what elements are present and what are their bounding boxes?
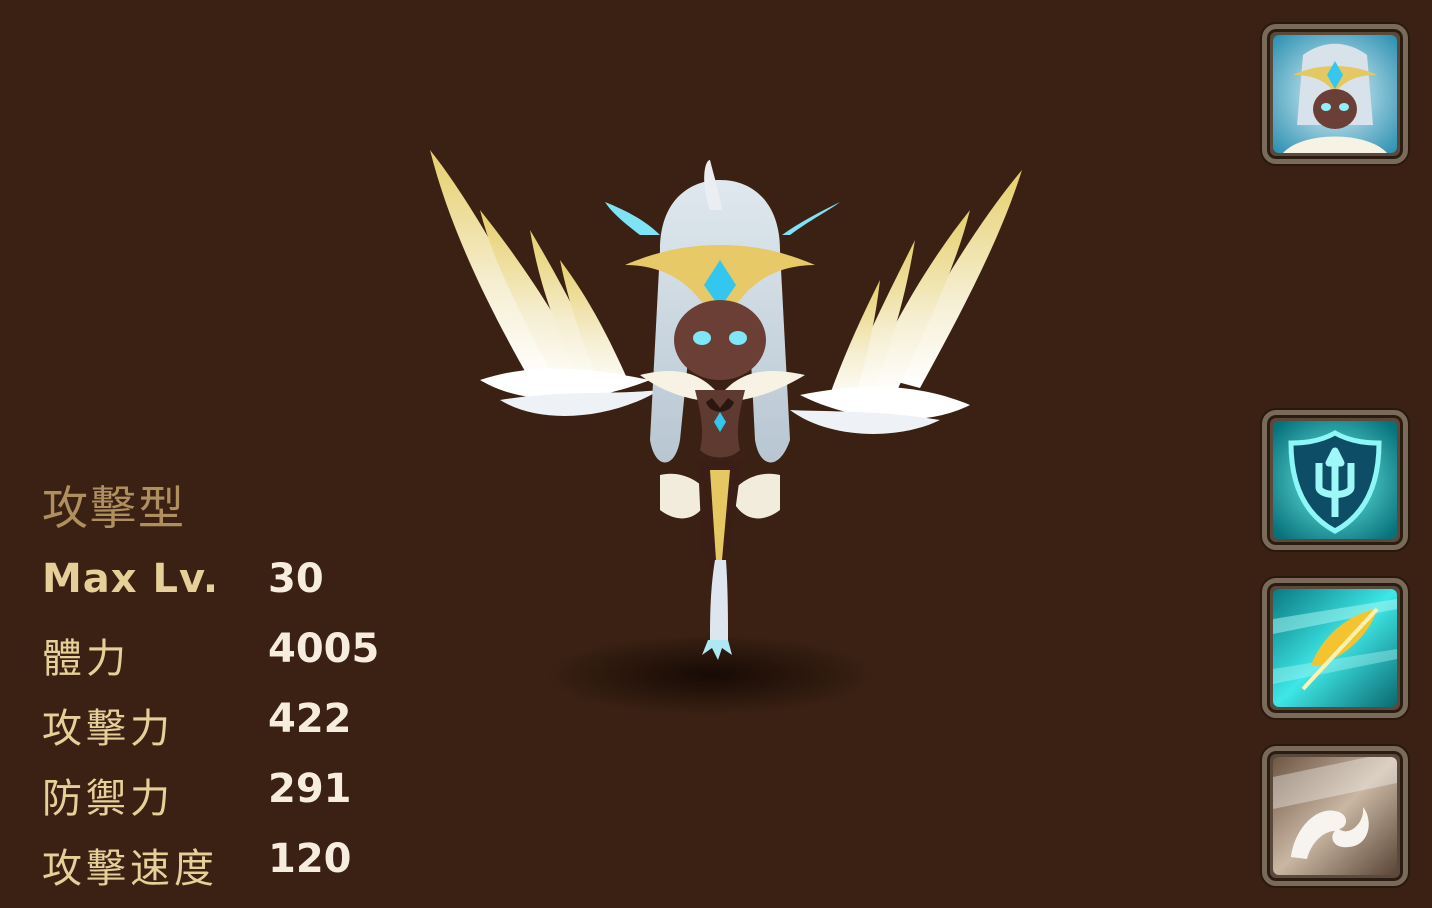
stat-value: 422 — [268, 696, 352, 742]
stat-value: 30 — [268, 556, 324, 602]
stat-label: Max Lv. — [42, 556, 220, 602]
feather-skill-icon — [1273, 589, 1397, 707]
stat-value: 120 — [268, 836, 352, 882]
skill-1-button[interactable] — [1262, 410, 1408, 550]
stat-label: 體力 — [42, 636, 130, 682]
skill-2-button[interactable] — [1262, 578, 1408, 718]
trident-shield-skill-icon — [1273, 421, 1397, 539]
stat-label: 防禦力 — [42, 776, 174, 822]
stat-value: 291 — [268, 766, 352, 812]
monster-portrait-icon — [1273, 35, 1397, 153]
stat-value: 4005 — [268, 626, 380, 672]
monster-portrait-button[interactable] — [1262, 24, 1408, 164]
stat-label: 攻擊力 — [42, 706, 174, 752]
monster-character-model — [410, 140, 1040, 720]
stat-label: 攻擊速度 — [42, 846, 218, 892]
monster-type-label: 攻擊型 — [42, 481, 186, 535]
claw-slash-skill-icon — [1273, 757, 1397, 875]
monster-detail-screen: 攻擊型 Max Lv. 30 體力 4005 攻擊力 422 防禦力 291 攻… — [0, 0, 1432, 908]
skill-3-button[interactable] — [1262, 746, 1408, 886]
